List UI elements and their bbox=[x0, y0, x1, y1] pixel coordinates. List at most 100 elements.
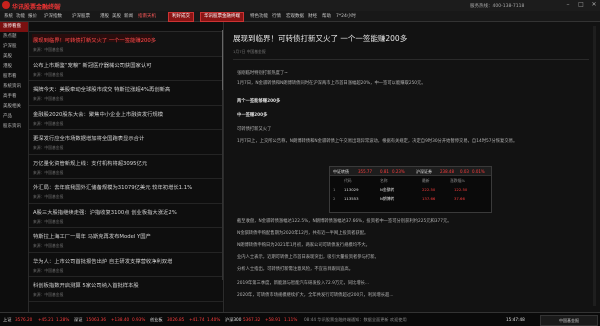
news-item[interactable]: 特斯拉上海工厂一周年 马斯克再发布Model Y国产 来源：中国基金报 bbox=[29, 228, 223, 253]
menu-item-finance[interactable]: 财经 bbox=[308, 13, 317, 19]
badge-good-news[interactable]: 利好成交 bbox=[168, 12, 194, 22]
article-paragraph: 可转债打新又火了 bbox=[237, 127, 272, 132]
news-item[interactable]: 金融股2020股东大会：聚焦中小企业上市融资发行规模 来源：中国基金报 bbox=[29, 106, 223, 130]
menu-item-feature[interactable]: 特色功能 bbox=[250, 13, 268, 19]
col-name: 名称 bbox=[380, 178, 388, 183]
nav-item-3[interactable]: 美股 bbox=[0, 52, 28, 62]
row-code: 113553 bbox=[344, 196, 359, 201]
menu-item-news[interactable]: 新闻 bbox=[124, 13, 133, 19]
maximize-icon[interactable]: □ bbox=[575, 1, 587, 9]
quote-change-2: 0.03 bbox=[460, 168, 469, 174]
news-list-header bbox=[29, 22, 223, 32]
quote-table: 中证转债 355.77 0.81 0.23% 沪深证券 238.48 0.03 … bbox=[329, 166, 492, 213]
footer-brand: 中国基金报 bbox=[540, 315, 598, 326]
news-meta: 来源：中国基金报 bbox=[33, 145, 64, 150]
nav-item-4[interactable]: 港股 bbox=[0, 62, 28, 72]
news-title: 科创板指数开启测算 5家公司纳入首批样本股 bbox=[33, 283, 139, 289]
row-name: N朗博转 bbox=[380, 196, 395, 201]
menu-item-function[interactable]: 功能 bbox=[16, 13, 25, 19]
menu-item-us[interactable]: 美股 bbox=[112, 13, 121, 19]
news-meta: 来源：中国基金报 bbox=[33, 169, 64, 175]
article-paragraph: N金骐转债申购配售期为2020年12月，共有近一半网上投资者获配。 bbox=[237, 231, 369, 236]
article-paragraph: 1月7日，N金骐转债和N朗博转债同时在沪深两市上市首日涨幅超20%，中一签可以能… bbox=[237, 81, 426, 86]
menu-item-stocks[interactable]: 沪深股票 bbox=[72, 13, 90, 19]
nav-item-8[interactable]: 美股相关 bbox=[0, 102, 28, 112]
row-name: N金骐转 bbox=[380, 187, 395, 192]
article-scrollbar[interactable] bbox=[593, 26, 596, 306]
close-icon[interactable]: ✕ bbox=[588, 1, 600, 9]
article-subheading: 两个一签能够赚200多 bbox=[237, 99, 281, 104]
quote-value: 355.77 bbox=[358, 168, 372, 174]
news-title: 公布上市期鉴“宠粮” 新冠医疗器械公司获国家认可 bbox=[33, 62, 152, 69]
index-label: 上证 bbox=[3, 316, 12, 322]
quote-column-row: 代码 名称 最新 涨跌幅% bbox=[330, 177, 491, 184]
news-title: 华为人：上市公司首批报告出炉 自主研发支撑营收净利双增 bbox=[33, 258, 173, 265]
menu-item-index[interactable]: 沪深指数 bbox=[44, 13, 62, 19]
hotline-text: 服务热线：400-138-7118 bbox=[470, 4, 525, 9]
menu-item-market[interactable]: 行情 bbox=[272, 13, 281, 19]
news-ticker[interactable]: 08:44 华讯股票金融终端通知：数据全面更新 欢迎使用 bbox=[304, 317, 407, 323]
nav-item-0[interactable]: 涨停看盘 bbox=[0, 22, 28, 32]
nav-item-5[interactable]: 股市看 bbox=[0, 72, 28, 82]
news-list: 展现到临界！可转债打新又火了 一个一签能赚200多 来源：中国基金报 公布上市期… bbox=[29, 22, 224, 312]
minimize-icon[interactable]: – bbox=[562, 1, 574, 9]
nav-item-1[interactable]: 热点题 bbox=[0, 32, 28, 42]
news-meta: 来源：中国基金报 bbox=[33, 292, 64, 297]
index-value: 5367.32 bbox=[243, 316, 261, 322]
menu-item-724[interactable]: 7*24小时 bbox=[336, 13, 356, 19]
nav-item-10[interactable]: 股东资讯 bbox=[0, 122, 28, 132]
col-price: 最新 bbox=[422, 178, 430, 183]
article-paragraph: 截至收盘，N金骐转债涨幅达122.5%，N朗博转债涨幅达37.66%，投资者中一… bbox=[237, 219, 452, 224]
scroll-thumb[interactable] bbox=[222, 30, 223, 90]
menu-item-system[interactable]: 系统 bbox=[4, 13, 13, 19]
news-meta: 来源：中国基金报 bbox=[33, 267, 64, 273]
table-row[interactable]: 2 113553 N朗博转 137.66 37.66 bbox=[330, 195, 491, 202]
news-title: 特斯拉上海工厂一周年 马斯克再发布Model Y国产 bbox=[33, 234, 151, 240]
news-title: 外汇局：去年底我国外汇储备规模为31079亿美元 较年初增长1.1% bbox=[33, 185, 193, 191]
app-version: 10.0 bbox=[52, 3, 61, 8]
news-item[interactable]: 揭牌今天：美股牵动全球股市成交 特斯拉涨超4%再创新高 来源：中国基金报 bbox=[29, 81, 223, 106]
index-percent: 1.11% bbox=[284, 316, 298, 322]
news-meta: 来源：中国基金报 bbox=[33, 96, 64, 101]
menu-item-quote[interactable]: 报价 bbox=[28, 13, 37, 19]
nav-item-9[interactable]: 产品 bbox=[0, 112, 28, 122]
news-item[interactable]: 公布上市期鉴“宠粮” 新冠医疗器械公司获国家认可 来源：中国基金报 bbox=[29, 57, 223, 81]
news-item[interactable]: A股三大股指继续走强：沪指收复3100点 创业板指大涨近2% 来源：中国基金报 bbox=[29, 204, 223, 228]
news-item[interactable]: 外汇局：去年底我国外汇储备规模为31079亿美元 较年初增长1.1% 来源：中国… bbox=[29, 179, 223, 204]
col-code: 代码 bbox=[344, 178, 352, 183]
news-meta: 来源：中国基金报 bbox=[33, 120, 64, 126]
news-meta: 来源：中国基金报 bbox=[33, 243, 64, 248]
menu-item-hk[interactable]: 港股 bbox=[100, 13, 109, 19]
news-item[interactable]: 更深发行应全市场数据增加将全国跑表显示合计 来源：中国基金报 bbox=[29, 130, 223, 155]
news-title: 万亿量化资管新规上线：支付机构将超3095亿元 bbox=[33, 160, 148, 167]
news-item[interactable]: 展现到临界！可转债打新又火了 一个一签能赚200多 来源：中国基金报 bbox=[29, 32, 223, 57]
col-pct: 涨跌幅% bbox=[450, 178, 465, 183]
article-paragraph: 1月7日上，上交所公告称，N朗博转债和N金骐转债上午交易出现异常波动，根据有关规… bbox=[237, 139, 518, 144]
news-item[interactable]: 华为人：上市公司首批报告出炉 自主研发支撑营收净利双增 来源：中国基金报 bbox=[29, 253, 223, 277]
article-paragraph: N朗博转债申购日为2021年1月初，两家公司可转债发行规模均不大。 bbox=[237, 243, 370, 248]
article-meta: 1月7日 中国基金报 bbox=[233, 49, 266, 54]
menu-item-guide[interactable]: 指南天机 bbox=[138, 13, 156, 19]
news-item[interactable]: 科创板指数开启测算 5家公司纳入首批样本股 来源：中国基金报 bbox=[29, 277, 223, 302]
nav-item-6[interactable]: 系统资讯 bbox=[0, 82, 28, 92]
quote-table-header: 中证转债 355.77 0.81 0.23% 沪深证券 238.48 0.03 … bbox=[330, 167, 491, 176]
news-meta: 来源：中国基金报 bbox=[33, 194, 64, 199]
nav-item-2[interactable]: 沪深股 bbox=[0, 42, 28, 52]
news-meta: 来源：中国基金报 bbox=[33, 218, 64, 224]
table-row[interactable]: 1 113029 N金骐转 222.50 122.50 bbox=[330, 186, 491, 193]
nav-item-7[interactable]: 高手看 bbox=[0, 92, 28, 102]
article-paragraph: 张刚临时特别打新热度了~ bbox=[237, 71, 288, 76]
news-list-scrollbar[interactable] bbox=[222, 30, 223, 280]
menu-item-macro[interactable]: 宏观数据 bbox=[286, 13, 304, 19]
article-paragraph: 业内人士表示，近期可转债上市首日表现突出，吸引大量投资者参与打新。 bbox=[237, 255, 379, 260]
row-code: 113029 bbox=[344, 187, 359, 192]
badge-terminal[interactable]: 华讯股票金融终端 bbox=[200, 12, 244, 22]
news-item[interactable]: 万亿量化资管新规上线：支付机构将超3095亿元 来源：中国基金报 bbox=[29, 155, 223, 179]
news-title: 金融股2020股东大会：聚焦中小企业上市融资发行规模 bbox=[33, 111, 164, 118]
quote-label-2: 沪深证券 bbox=[416, 168, 432, 174]
status-bar: 上证 3576.20 +45.21 1.28% 深证 15063.36 +138… bbox=[0, 312, 600, 326]
menu-item-help[interactable]: 帮助 bbox=[322, 13, 331, 19]
quote-percent: 0.23% bbox=[392, 168, 405, 174]
index-value: 3026.85 bbox=[167, 316, 185, 322]
index-value: 15063.36 bbox=[86, 316, 106, 322]
